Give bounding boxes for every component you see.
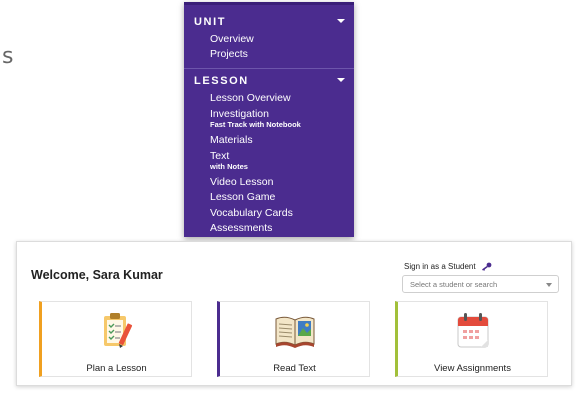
- menu-item-video-lesson[interactable]: Video Lesson: [210, 176, 273, 188]
- lesson-collapse-caret-icon[interactable]: [337, 78, 345, 82]
- menu-item-assessments[interactable]: Assessments: [210, 222, 272, 234]
- unit-collapse-caret-icon[interactable]: [337, 19, 345, 23]
- select-caret-icon[interactable]: [546, 283, 552, 287]
- menu-item-overview[interactable]: Overview: [210, 33, 254, 45]
- read-text-card[interactable]: Read Text: [217, 301, 370, 377]
- unit-lesson-dropdown-menu: UNIT Overview Projects LESSON Lesson Ove…: [184, 2, 354, 237]
- student-search-select[interactable]: Select a student or search: [402, 275, 559, 293]
- signin-as-student-text: Sign in as a Student: [404, 262, 476, 271]
- menu-divider: [184, 68, 354, 69]
- clipboard-checklist-icon: [103, 313, 132, 348]
- read-text-label: Read Text: [273, 363, 316, 374]
- menu-item-text-sub[interactable]: with Notes: [210, 162, 248, 171]
- signin-as-student-label: Sign in as a Student: [404, 262, 492, 272]
- teacher-dashboard-panel: Welcome, Sara Kumar Sign in as a Student…: [16, 241, 572, 386]
- view-assignments-card[interactable]: View Assignments: [395, 301, 548, 377]
- lesson-heading[interactable]: LESSON: [194, 75, 249, 87]
- menu-item-lesson-overview[interactable]: Lesson Overview: [210, 92, 291, 104]
- key-icon: [481, 262, 492, 272]
- menu-item-materials[interactable]: Materials: [210, 134, 253, 146]
- calendar-icon: [457, 313, 488, 348]
- student-search-placeholder: Select a student or search: [410, 280, 498, 289]
- unit-heading[interactable]: UNIT: [194, 16, 226, 28]
- plan-a-lesson-label: Plan a Lesson: [86, 363, 147, 374]
- plan-a-lesson-card[interactable]: Plan a Lesson: [39, 301, 192, 377]
- menu-item-text[interactable]: Text: [210, 150, 229, 162]
- open-book-icon: [275, 316, 314, 348]
- menu-item-vocabulary-cards[interactable]: Vocabulary Cards: [210, 207, 293, 219]
- menu-item-lesson-game[interactable]: Lesson Game: [210, 191, 275, 203]
- menu-item-projects[interactable]: Projects: [210, 48, 248, 60]
- menu-item-investigation[interactable]: Investigation: [210, 108, 269, 120]
- truncated-page-text: s: [2, 44, 14, 69]
- menu-item-investigation-sub[interactable]: Fast Track with Notebook: [210, 120, 301, 129]
- view-assignments-label: View Assignments: [434, 363, 511, 374]
- welcome-heading: Welcome, Sara Kumar: [31, 268, 163, 282]
